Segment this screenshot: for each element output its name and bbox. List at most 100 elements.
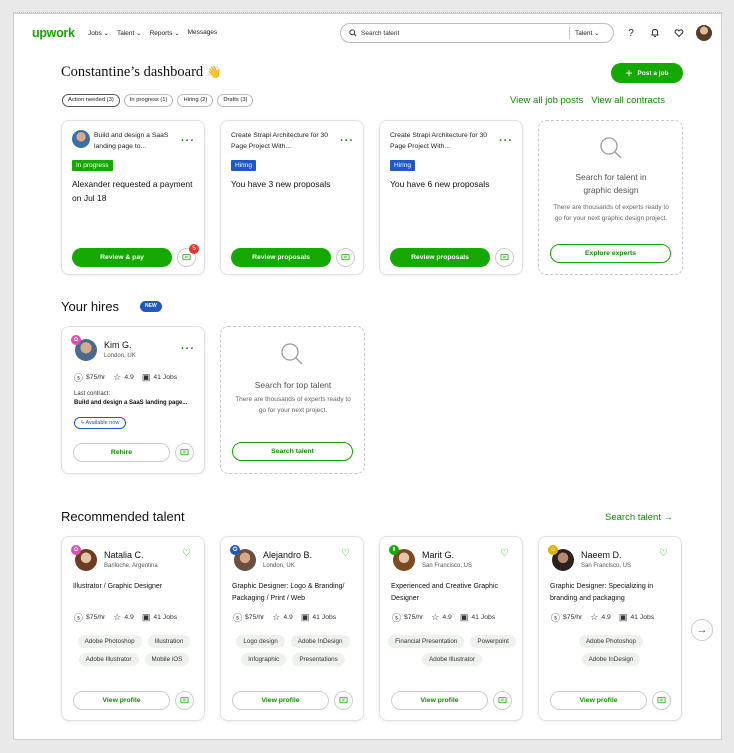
message-button[interactable]: [495, 248, 514, 267]
skill-tag[interactable]: Adobe Photoshop: [578, 635, 644, 648]
view-all-contracts-link[interactable]: View all contracts: [591, 95, 665, 106]
talent-card: ✿ Natalia C. Bariloche, Argentina ♡ Illu…: [61, 536, 205, 721]
last-contract-title[interactable]: Build and design a SaaS landing page...: [74, 400, 187, 406]
job-title[interactable]: Create Strapi Architecture for 30 Page P…: [390, 130, 494, 152]
save-heart-icon[interactable]: ♡: [659, 548, 668, 559]
recommended-talent-title: Recommended talent: [61, 509, 185, 524]
search-talent-link[interactable]: Search talent →: [605, 512, 673, 523]
skill-tag[interactable]: Powerpoint: [470, 635, 516, 648]
skill-tag[interactable]: Infographic: [241, 653, 287, 666]
skill-tag[interactable]: Adobe Illustrator: [422, 653, 482, 666]
nav-messages[interactable]: Messages: [188, 29, 218, 37]
message-button[interactable]: [336, 248, 355, 267]
view-profile-button[interactable]: View profile: [232, 691, 329, 710]
filter-in-progress[interactable]: In progress (1): [123, 94, 174, 107]
top-rated-badge-icon: ✿: [71, 335, 81, 345]
search-bar: Talent ⌄: [340, 23, 614, 43]
heart-icon[interactable]: [672, 26, 686, 40]
star-icon: ☆: [113, 612, 122, 622]
job-title[interactable]: Create Strapi Architecture for 30 Page P…: [231, 130, 335, 152]
rating-value: 4.9: [442, 614, 452, 621]
message-button[interactable]: [652, 691, 671, 710]
rate-value: $75/hr: [86, 614, 106, 621]
freelancer-name[interactable]: Marit G.: [422, 550, 454, 560]
help-icon[interactable]: ?: [624, 26, 638, 40]
search-scope-dropdown[interactable]: Talent ⌄: [575, 29, 600, 37]
search-separator: [569, 27, 570, 39]
freelancer-avatar: ☺: [548, 545, 574, 571]
filter-action-needed[interactable]: Action needed (3): [62, 94, 120, 107]
review-proposals-button[interactable]: Review proposals: [390, 248, 490, 267]
jobs-count: 41 Jobs: [153, 614, 178, 621]
more-options-icon[interactable]: ···: [340, 136, 354, 147]
chat-icon: [500, 253, 509, 261]
job-title[interactable]: Build and design a SaaS landing page to.…: [94, 130, 178, 152]
job-message: You have 6 new proposals: [390, 179, 490, 189]
skill-tags: Adobe Photoshop Illustration Adobe Illustr…: [70, 635, 198, 666]
search-input[interactable]: [361, 27, 561, 39]
skill-tag[interactable]: Illustration: [147, 635, 191, 648]
skill-tags: Financial Presentation Powerpoint Adobe Il…: [388, 635, 516, 666]
save-heart-icon[interactable]: ♡: [341, 548, 350, 559]
talent-badge-icon: ☺: [548, 545, 558, 555]
skill-tag[interactable]: Financial Presentation: [388, 635, 465, 648]
skill-tag[interactable]: Presentations: [292, 653, 345, 666]
next-talent-button[interactable]: →: [691, 619, 713, 641]
chat-icon: [182, 253, 191, 261]
filter-drafts[interactable]: Drafts (3): [217, 94, 254, 107]
review-proposals-button[interactable]: Review proposals: [231, 248, 331, 267]
upwork-logo[interactable]: upwork: [32, 26, 75, 40]
freelancer-avatar: ✿: [71, 545, 97, 571]
filter-hiring[interactable]: Hiring (2): [177, 94, 214, 107]
post-job-button[interactable]: + Post a job: [611, 63, 683, 83]
user-avatar[interactable]: [696, 25, 712, 41]
message-button[interactable]: [493, 691, 512, 710]
your-hires-title: Your hires: [61, 299, 120, 314]
skill-tag[interactable]: Adobe InDesign: [581, 653, 641, 666]
freelancer-name[interactable]: Alejandro B.: [263, 550, 312, 560]
star-icon: ☆: [431, 612, 440, 622]
search-talent-button[interactable]: Search talent: [232, 442, 353, 461]
message-button[interactable]: [175, 443, 194, 462]
save-heart-icon[interactable]: ♡: [182, 548, 191, 559]
freelancer-name[interactable]: Naeem D.: [581, 550, 622, 560]
freelancer-name[interactable]: Natalia C.: [104, 550, 144, 560]
view-profile-button[interactable]: View profile: [391, 691, 488, 710]
view-profile-button[interactable]: View profile: [73, 691, 170, 710]
job-message: You have 3 new proposals: [231, 179, 331, 189]
chat-icon: [180, 696, 189, 704]
page-title: Constantine’s dashboard 👋: [61, 64, 222, 81]
more-options-icon[interactable]: ···: [181, 136, 195, 147]
skill-tag[interactable]: Mobile iOS: [144, 653, 190, 666]
jobs-count: 41 Jobs: [312, 614, 337, 621]
review-pay-button[interactable]: Review & pay: [72, 248, 172, 267]
search-icon: [281, 343, 303, 365]
talent-card: ☺ Naeem D. San Francisco, US ♡ Graphic D…: [538, 536, 682, 721]
nav-reports[interactable]: Reports ⌄: [150, 29, 180, 37]
message-button[interactable]: [175, 691, 194, 710]
freelancer-stats: ⓢ $75/hr ☆ 4.9 ▣ 41 Jobs: [233, 611, 344, 624]
save-heart-icon[interactable]: ♡: [500, 548, 509, 559]
star-icon: ☆: [113, 372, 122, 382]
freelancer-role: Graphic Designer: Logo & Branding/ Packa…: [232, 583, 345, 602]
rate-value: $75/hr: [563, 614, 583, 621]
skill-tag[interactable]: Logo design: [236, 635, 285, 648]
skill-tag[interactable]: Adobe Illustrator: [78, 653, 139, 666]
nav-talent[interactable]: Talent ⌄: [117, 29, 142, 37]
view-profile-button[interactable]: View profile: [550, 691, 647, 710]
view-all-job-posts-link[interactable]: View all job posts: [510, 95, 583, 106]
talent-badge-icon: ⬆: [389, 545, 399, 555]
rehire-button[interactable]: Rehire: [73, 443, 170, 462]
freelancer-name[interactable]: Kim G.: [104, 340, 132, 350]
jobs-count: 41 Jobs: [630, 614, 655, 621]
more-options-icon[interactable]: ···: [181, 344, 195, 355]
wave-emoji: 👋: [206, 65, 222, 79]
bell-icon[interactable]: [648, 26, 662, 40]
message-button[interactable]: [334, 691, 353, 710]
freelancer-stats: ⓢ $75/hr ☆ 4.9 ▣ 41 Jobs: [551, 611, 662, 624]
more-options-icon[interactable]: ···: [499, 136, 513, 147]
nav-jobs[interactable]: Jobs ⌄: [88, 29, 109, 37]
skill-tag[interactable]: Adobe Photoshop: [77, 635, 142, 648]
explore-experts-button[interactable]: Explore experts: [550, 244, 671, 263]
skill-tag[interactable]: Adobe InDesign: [290, 635, 350, 648]
